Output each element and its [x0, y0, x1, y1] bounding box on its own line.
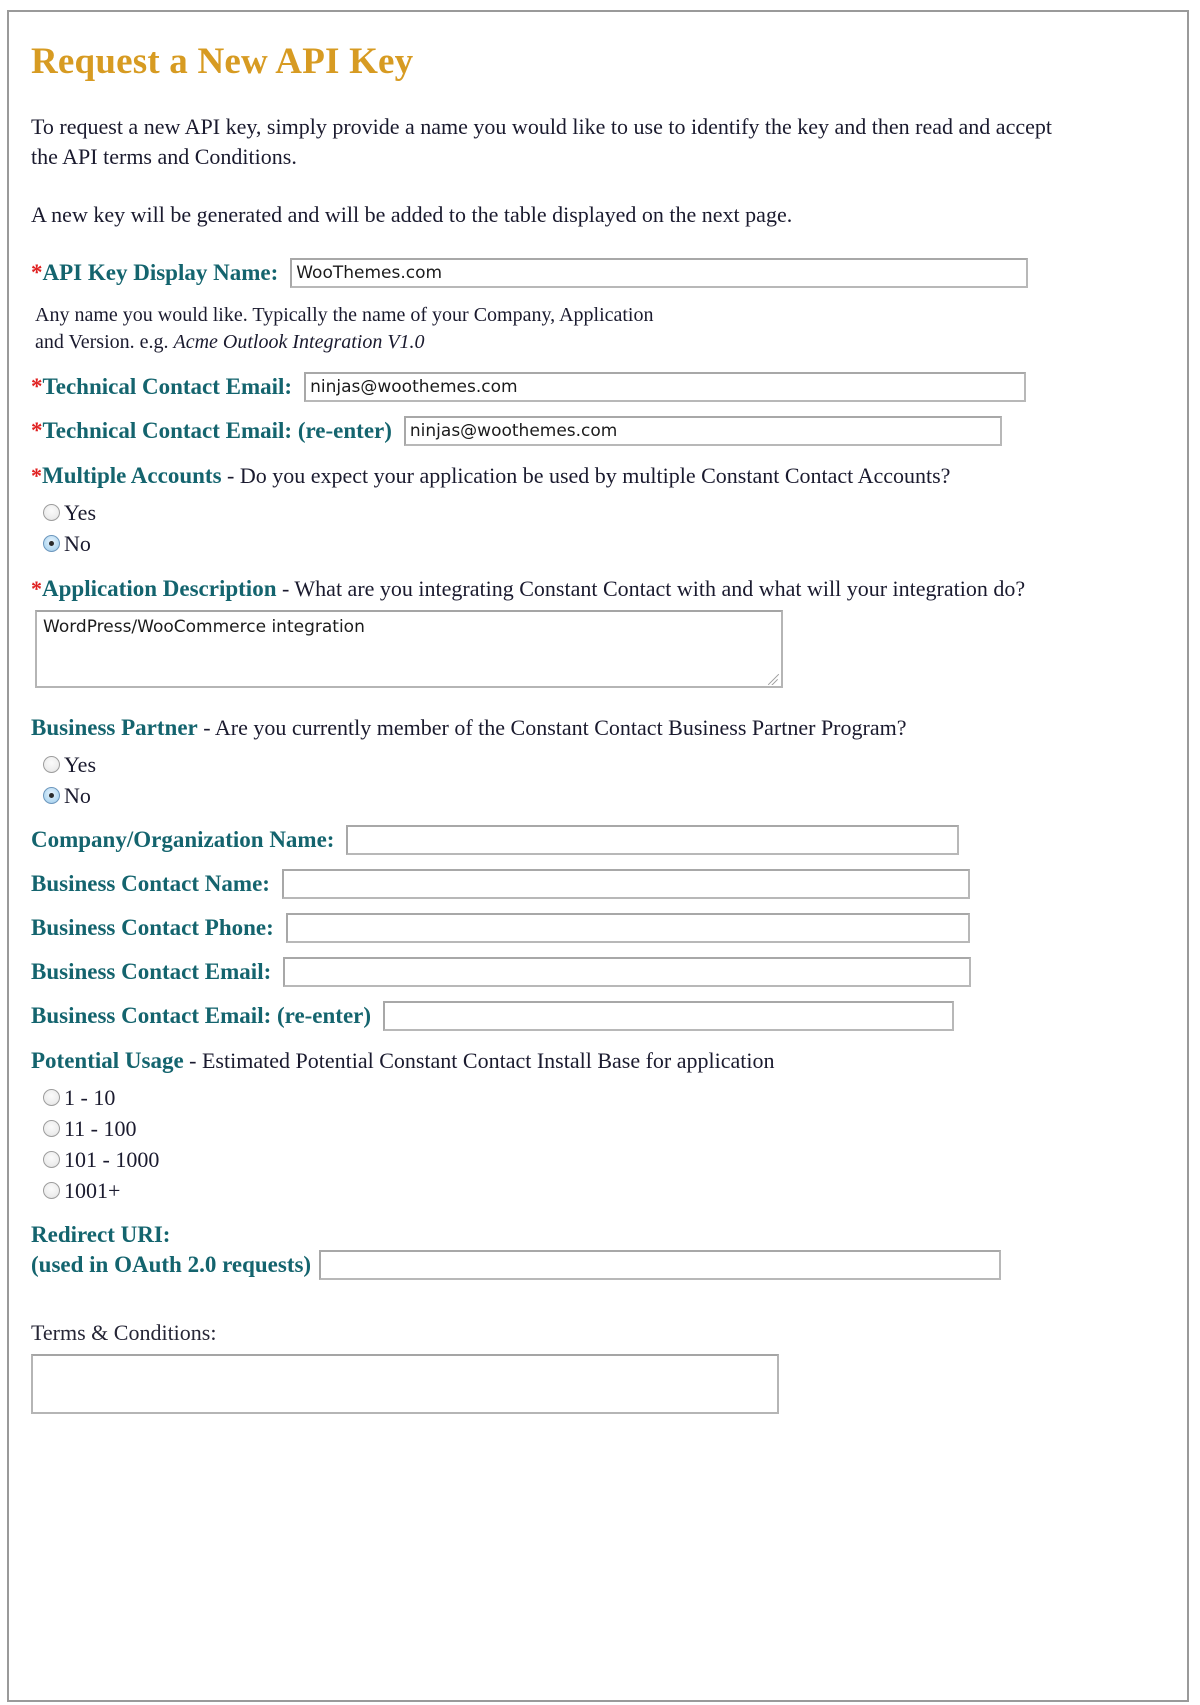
resize-handle-icon[interactable]	[767, 672, 780, 685]
business-contact-email-row: Business Contact Email:	[31, 957, 1187, 987]
hint-line-2-example: Acme Outlook Integration V1.0	[173, 331, 425, 353]
radio-option-usage-11-100[interactable]: 11 - 100	[43, 1113, 1187, 1144]
api-key-display-name-label-text: API Key Display Name:	[42, 260, 279, 285]
business-contact-phone-label: Business Contact Phone:	[31, 915, 274, 940]
technical-contact-email-reenter-label-text: Technical Contact Email: (re-enter)	[42, 418, 392, 443]
business-contact-email-reenter-label: Business Contact Email: (re-enter)	[31, 1003, 372, 1028]
multiple-accounts-radio-group: Yes No	[43, 497, 1187, 559]
technical-contact-email-reenter-label: *Technical Contact Email: (re-enter)	[31, 418, 392, 444]
redirect-uri-row: (used in OAuth 2.0 requests)	[31, 1250, 1187, 1280]
multiple-accounts-question: *Multiple Accounts - Do you expect your …	[31, 460, 1071, 491]
company-organization-name-input[interactable]	[346, 825, 960, 855]
radio-label: No	[64, 530, 91, 556]
terms-and-conditions-label: Terms & Conditions:	[31, 1320, 217, 1345]
radio-label: 1 - 10	[64, 1084, 116, 1110]
required-asterisk: *	[31, 418, 43, 443]
hint-line-1: Any name you would like. Typically the n…	[35, 304, 654, 326]
required-asterisk: *	[31, 374, 43, 399]
redirect-uri-block: Redirect URI: (used in OAuth 2.0 request…	[31, 1220, 1187, 1280]
application-description-value: WordPress/WooCommerce integration	[43, 617, 365, 637]
radio-option-business-partner-no[interactable]: No	[43, 780, 1187, 811]
redirect-uri-label-line-2: (used in OAuth 2.0 requests)	[31, 1252, 312, 1277]
technical-contact-email-label-text: Technical Contact Email:	[42, 374, 293, 399]
application-description-label: Application Description	[42, 576, 277, 601]
business-contact-name-input[interactable]	[281, 869, 970, 899]
page-title: Request a New API Key	[31, 41, 414, 82]
radio-option-multiple-accounts-yes[interactable]: Yes	[43, 497, 1187, 528]
business-partner-label: Business Partner	[31, 715, 198, 740]
radio-icon-selected[interactable]	[43, 535, 60, 552]
radio-icon[interactable]	[43, 1151, 60, 1168]
radio-icon[interactable]	[43, 504, 60, 521]
required-asterisk: *	[31, 463, 42, 488]
potential-usage-label: Potential Usage	[31, 1048, 184, 1073]
api-key-display-name-input[interactable]	[290, 258, 1029, 288]
required-asterisk: *	[31, 576, 42, 601]
radio-icon[interactable]	[43, 1089, 60, 1106]
terms-and-conditions-box[interactable]	[31, 1354, 779, 1414]
business-contact-email-reenter-input[interactable]	[383, 1001, 955, 1031]
potential-usage-radio-group: 1 - 10 11 - 100 101 - 1000 1001+	[43, 1082, 1187, 1206]
technical-contact-email-reenter-row: *Technical Contact Email: (re-enter)	[31, 416, 1187, 446]
hint-line-2-prefix: and Version. e.g.	[35, 331, 174, 353]
radio-icon[interactable]	[43, 1120, 60, 1137]
radio-label: Yes	[64, 499, 97, 525]
api-key-display-name-hint: Any name you would like. Typically the n…	[35, 302, 1187, 356]
radio-label: Yes	[64, 751, 97, 777]
business-contact-phone-input[interactable]	[285, 913, 970, 943]
radio-label: 11 - 100	[64, 1115, 137, 1141]
radio-label: No	[64, 782, 91, 808]
business-contact-phone-row: Business Contact Phone:	[31, 913, 1187, 943]
radio-option-multiple-accounts-no[interactable]: No	[43, 528, 1187, 559]
application-description-question: *Application Description - What are you …	[31, 573, 1071, 604]
business-contact-email-label: Business Contact Email:	[31, 959, 272, 984]
potential-usage-question-text: - Estimated Potential Constant Contact I…	[183, 1048, 775, 1073]
business-contact-name-label: Business Contact Name:	[31, 871, 270, 896]
intro-paragraph-1: To request a new API key, simply provide…	[31, 114, 1052, 169]
redirect-uri-input[interactable]	[319, 1250, 1002, 1280]
intro-paragraph-2: A new key will be generated and will be …	[31, 202, 793, 227]
potential-usage-question: Potential Usage - Estimated Potential Co…	[31, 1045, 1071, 1076]
multiple-accounts-question-text: - Do you expect your application be used…	[221, 463, 951, 488]
radio-option-business-partner-yes[interactable]: Yes	[43, 749, 1187, 780]
api-key-display-name-label: *API Key Display Name:	[31, 260, 278, 286]
business-partner-radio-group: Yes No	[43, 749, 1187, 811]
technical-contact-email-input[interactable]	[304, 372, 1027, 402]
business-contact-email-input[interactable]	[283, 957, 972, 987]
company-organization-name-label: Company/Organization Name:	[31, 827, 335, 852]
api-key-request-panel: Request a New API Key To request a new A…	[7, 10, 1189, 1702]
radio-icon[interactable]	[43, 1182, 60, 1199]
radio-option-usage-1001-plus[interactable]: 1001+	[43, 1175, 1187, 1206]
business-contact-name-row: Business Contact Name:	[31, 869, 1187, 899]
radio-icon-selected[interactable]	[43, 787, 60, 804]
business-partner-question-text: - Are you currently member of the Consta…	[197, 715, 907, 740]
radio-icon[interactable]	[43, 756, 60, 773]
business-partner-question: Business Partner - Are you currently mem…	[31, 712, 1071, 743]
hint-line-2: and Version. e.g. Acme Outlook Integrati…	[35, 329, 1187, 356]
radio-option-usage-1-10[interactable]: 1 - 10	[43, 1082, 1187, 1113]
redirect-uri-label-line-1: Redirect URI:	[31, 1222, 171, 1247]
required-asterisk: *	[31, 260, 43, 285]
technical-contact-email-row: *Technical Contact Email:	[31, 372, 1187, 402]
application-description-question-text: - What are you integrating Constant Cont…	[276, 576, 1026, 601]
multiple-accounts-label: Multiple Accounts	[42, 463, 222, 488]
company-organization-name-row: Company/Organization Name:	[31, 825, 1187, 855]
radio-label: 1001+	[64, 1177, 121, 1203]
radio-label: 101 - 1000	[64, 1146, 160, 1172]
api-key-display-name-row: *API Key Display Name:	[31, 258, 1187, 288]
technical-contact-email-label: *Technical Contact Email:	[31, 374, 292, 400]
radio-option-usage-101-1000[interactable]: 101 - 1000	[43, 1144, 1187, 1175]
application-description-textarea[interactable]: WordPress/WooCommerce integration	[35, 610, 783, 688]
technical-contact-email-reenter-input[interactable]	[403, 416, 1002, 446]
business-contact-email-reenter-row: Business Contact Email: (re-enter)	[31, 1001, 1187, 1031]
